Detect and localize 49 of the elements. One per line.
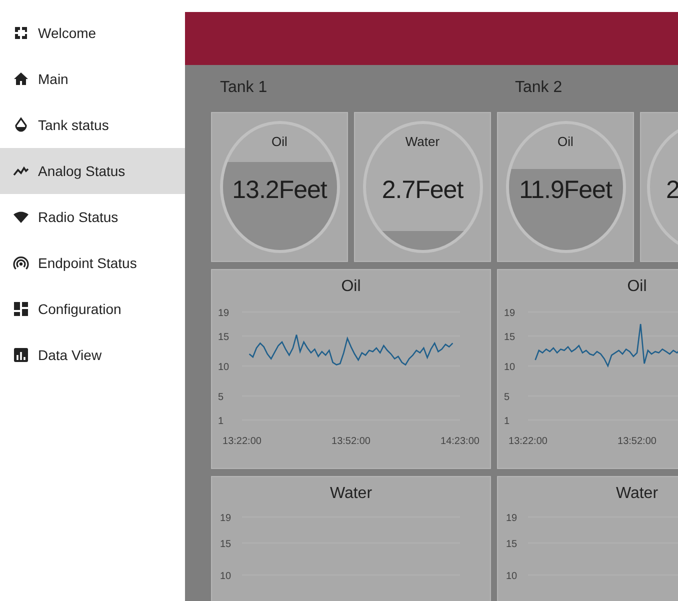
x-tick-label: 13:52:00 — [332, 436, 370, 447]
y-tick-label: 15 — [220, 539, 232, 550]
bar-chart-icon — [13, 347, 29, 363]
x-tick-label: 14:23:00 — [440, 436, 480, 447]
y-tick-label: 19 — [504, 308, 516, 319]
y-tick-label: 10 — [506, 571, 518, 582]
sidebar-item[interactable]: Radio Status — [0, 194, 185, 240]
gauge-value: 13.2Feet — [231, 176, 328, 205]
gauge-label: Oil — [556, 134, 574, 149]
sidebar-item[interactable]: Data View — [0, 332, 185, 378]
chart-title: Oil — [340, 278, 362, 297]
welcome-icon — [13, 25, 29, 41]
y-tick-label: 5 — [504, 392, 510, 403]
gauge-value: 11.9Feet — [518, 176, 614, 205]
y-tick-label: 1 — [504, 416, 510, 427]
y-tick-label: 5 — [218, 392, 224, 403]
sidebar-item[interactable]: Welcome — [0, 10, 185, 56]
y-tick-label: 19 — [218, 308, 230, 319]
signal-rings-icon — [13, 255, 29, 271]
tank-title: Tank 2 — [514, 79, 564, 97]
chart-title: Water — [614, 485, 660, 504]
y-tick-label: 1 — [218, 416, 224, 427]
sidebar-item[interactable]: Configuration — [0, 286, 185, 332]
gauge-label: Water — [404, 134, 441, 149]
y-tick-label: 19 — [506, 513, 518, 524]
y-tick-label: 10 — [220, 571, 232, 582]
y-tick-label: 10 — [504, 362, 516, 373]
chart-title: Oil — [626, 278, 648, 297]
sidebar-item[interactable]: Endpoint Status — [0, 240, 185, 286]
y-tick-label: 15 — [506, 539, 518, 550]
sidebar-item[interactable]: Tank status — [0, 102, 185, 148]
y-tick-label: 15 — [218, 332, 230, 343]
chart-title: Water — [328, 485, 374, 504]
x-tick-label: 13:22:00 — [508, 436, 548, 447]
y-tick-label: 15 — [504, 332, 516, 343]
gauge-value: 2 — [666, 176, 678, 205]
sidebar-item[interactable]: Analog Status — [0, 148, 185, 194]
home-icon — [13, 71, 29, 87]
drop-icon — [13, 117, 29, 133]
tank-title: Tank 1 — [219, 79, 268, 97]
y-tick-label: 10 — [218, 362, 230, 373]
dashboard-tiles-icon — [13, 301, 29, 317]
x-tick-label: 13:22:00 — [222, 436, 262, 447]
x-tick-label: 13:52:00 — [618, 436, 656, 447]
gauge-value: 2.7Feet — [380, 176, 464, 205]
wifi-icon — [13, 209, 29, 225]
y-tick-label: 19 — [220, 513, 232, 524]
gauge-label: Oil — [270, 134, 288, 149]
sidebar-item[interactable]: Main — [0, 56, 185, 102]
